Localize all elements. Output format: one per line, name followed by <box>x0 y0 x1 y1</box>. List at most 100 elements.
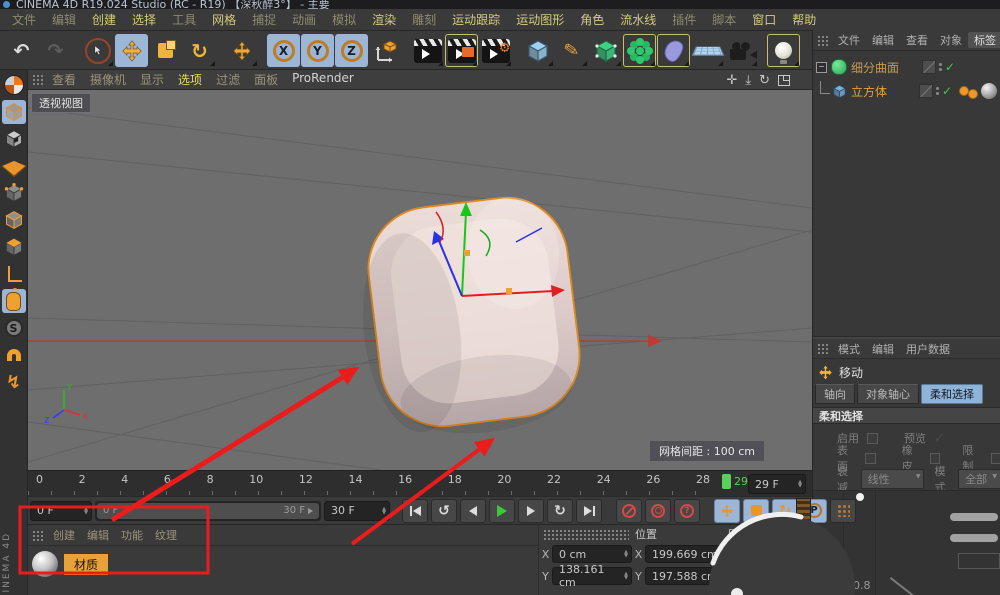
current-frame-field[interactable]: 29 F ▲▼ <box>748 474 806 494</box>
enabled-check-icon[interactable]: ✓ <box>945 60 955 74</box>
menu-item[interactable]: 插件 <box>664 11 704 28</box>
scale-icon[interactable] <box>149 34 182 67</box>
texture-tag-icon[interactable] <box>981 83 997 99</box>
panel-grip-icon[interactable] <box>817 343 828 354</box>
record-scale-icon[interactable] <box>743 499 769 523</box>
menu-item[interactable]: 捕捉 <box>244 11 284 28</box>
render-view-icon[interactable] <box>411 34 444 67</box>
record-rotation-icon[interactable]: ↻ <box>772 499 798 523</box>
autokey-ring-icon[interactable] <box>645 499 671 523</box>
x-axis-lock-icon[interactable]: X <box>267 34 300 67</box>
viewport-menu-item[interactable]: 查看 <box>45 71 83 88</box>
menu-item[interactable]: 工具 <box>164 11 204 28</box>
pan-view-icon[interactable]: ✛ <box>726 74 737 87</box>
panel-grip-icon[interactable] <box>543 529 629 540</box>
last-tool-move-icon[interactable] <box>225 34 258 67</box>
menu-item[interactable]: 流水线 <box>612 11 664 28</box>
material-thumbnail[interactable] <box>32 551 58 577</box>
surface-checkbox[interactable] <box>865 453 875 464</box>
layer-box-icon[interactable] <box>919 84 933 98</box>
mode-dropdown[interactable]: 全部 <box>958 469 1000 489</box>
attribute-tab[interactable]: 柔和选择 <box>921 384 983 404</box>
panel-grip-icon[interactable] <box>32 530 43 541</box>
menu-item[interactable]: 动画 <box>284 11 324 28</box>
edges-mode-icon[interactable] <box>2 208 26 232</box>
range-start-field[interactable]: 0 F▲▼ <box>30 501 92 521</box>
size-field[interactable]: 199.669 cm▲▼ <box>645 545 727 563</box>
object-manager-menu-item[interactable]: 标签 <box>968 32 1000 48</box>
menu-item[interactable]: 帮助 <box>784 11 824 28</box>
object-row-cube[interactable]: 立方体 ✓ <box>813 80 1000 102</box>
tag-icon[interactable] <box>968 89 978 99</box>
menu-item[interactable]: 渲染 <box>364 11 404 28</box>
attribute-menu-item[interactable]: 模式 <box>832 341 866 357</box>
curve-point[interactable] <box>856 493 864 501</box>
stepper-icon[interactable]: ▲▼ <box>84 507 88 515</box>
menu-item[interactable]: 编辑 <box>44 11 84 28</box>
live-selection-icon[interactable] <box>81 34 114 67</box>
material-name-label[interactable]: 材质 <box>64 554 108 575</box>
points-mode-icon[interactable] <box>2 181 26 205</box>
camera-icon[interactable] <box>725 34 758 67</box>
spline-pen-icon[interactable]: ✎ <box>555 34 588 67</box>
next-frame-icon[interactable] <box>518 499 544 523</box>
range-end-field[interactable]: 30 F▲▼ <box>324 501 390 521</box>
cube-icon[interactable] <box>832 84 847 99</box>
timeline-ruler[interactable]: 0246810121416182022242628 29 30 29 F ▲▼ <box>28 470 812 497</box>
light-icon[interactable] <box>767 34 800 67</box>
menu-item[interactable]: 网格 <box>204 11 244 28</box>
visibility-dots-icon[interactable] <box>939 63 942 71</box>
polygons-mode-icon[interactable] <box>2 235 26 259</box>
attribute-tab[interactable]: 对象轴心 <box>857 384 919 404</box>
zoom-view-icon[interactable]: ⤓ <box>745 74 751 87</box>
object-name[interactable]: 立方体 <box>851 83 887 100</box>
view-label[interactable]: 透视视图 <box>31 93 91 113</box>
object-manager-menu-item[interactable]: 编辑 <box>866 32 900 48</box>
mograph-icon[interactable] <box>623 34 656 67</box>
primitive-cube-icon[interactable] <box>521 34 554 67</box>
menu-item[interactable]: 角色 <box>572 11 612 28</box>
scroll-thumb[interactable] <box>950 513 998 521</box>
subdivision-surface-icon[interactable] <box>589 34 622 67</box>
coordinate-system-icon[interactable] <box>369 34 402 67</box>
move-icon[interactable] <box>115 34 148 67</box>
axis-mode-icon[interactable] <box>2 262 26 286</box>
record-keyframe-icon[interactable] <box>616 499 642 523</box>
undo-icon[interactable]: ↶ <box>5 34 38 67</box>
position-field[interactable]: 138.161 cm▲▼ <box>552 567 632 585</box>
record-help-icon[interactable]: ? <box>674 499 700 523</box>
rotate-icon[interactable]: ↻ <box>183 34 216 67</box>
previous-key-icon[interactable]: ↺ <box>431 499 457 523</box>
viewport-menu-item[interactable]: 选项 <box>171 71 209 88</box>
attribute-menu-item[interactable]: 用户数据 <box>900 341 956 357</box>
model-mode-icon[interactable] <box>2 100 26 124</box>
y-axis-lock-icon[interactable]: Y <box>301 34 334 67</box>
range-thumb[interactable]: 0 F 30 F <box>97 503 319 519</box>
viewport-canvas[interactable]: 透视视图 <box>28 90 812 470</box>
panel-grip-icon[interactable] <box>817 35 828 46</box>
magnet-snap-icon[interactable] <box>2 343 26 367</box>
rubber-checkbox[interactable] <box>930 453 940 464</box>
point-level-animation-icon[interactable] <box>830 499 856 523</box>
menu-item[interactable]: 创建 <box>84 11 124 28</box>
menu-item[interactable]: 窗口 <box>744 11 784 28</box>
viewport-menu-item[interactable]: 摄像机 <box>83 71 133 88</box>
floor-environment-icon[interactable] <box>691 34 724 67</box>
stepper-icon[interactable]: ▲▼ <box>382 507 386 515</box>
menu-item[interactable]: 雕刻 <box>404 11 444 28</box>
frame-range-slider[interactable]: 0 F 30 F <box>95 501 321 521</box>
rotate-view-icon[interactable]: ↻ <box>759 74 770 87</box>
object-manager-menu-item[interactable]: 对象 <box>934 32 968 48</box>
deformer-bend-icon[interactable] <box>657 34 690 67</box>
workplane-icon[interactable] <box>2 154 26 178</box>
snap-s-icon[interactable]: S <box>2 316 26 340</box>
record-position-icon[interactable] <box>714 499 740 523</box>
material-menu-item[interactable]: 创建 <box>47 527 81 543</box>
texture-mode-icon[interactable] <box>2 127 26 151</box>
enabled-check-icon[interactable]: ✓ <box>942 84 952 98</box>
menu-item[interactable]: 运动跟踪 <box>444 11 508 28</box>
object-row-subdivision-surface[interactable]: − 细分曲面 ✓ <box>813 56 1000 78</box>
toggle-view-icon[interactable] <box>778 75 790 86</box>
viewport-menu-item[interactable]: 面板 <box>247 71 285 88</box>
material-menu-item[interactable]: 编辑 <box>81 527 115 543</box>
